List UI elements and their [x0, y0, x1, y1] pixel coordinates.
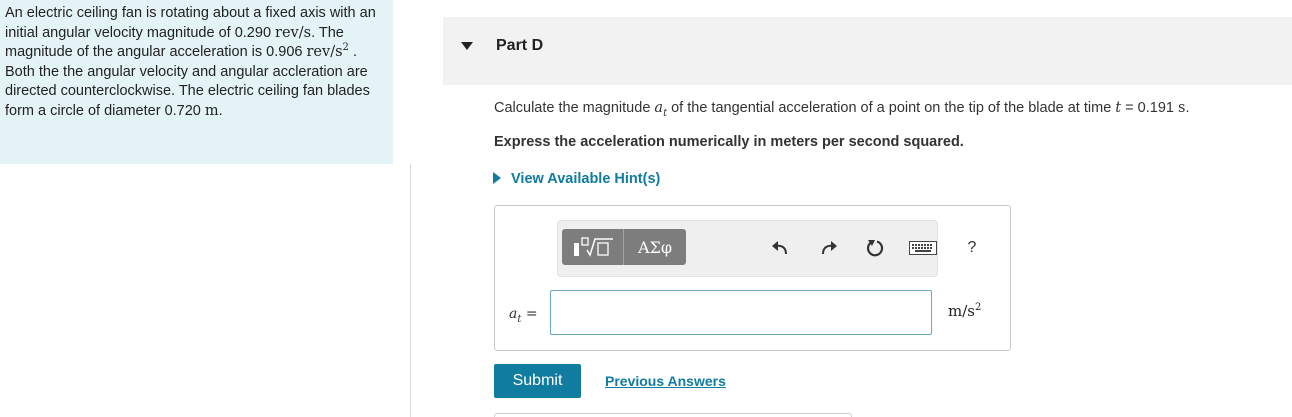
answer-unit: m/s2: [948, 302, 982, 320]
templates-icon: [573, 237, 613, 257]
next-panel-edge: [494, 413, 852, 417]
symbols-button[interactable]: ΑΣφ: [624, 229, 686, 265]
question-text: Calculate the magnitude at of the tangen…: [494, 100, 1190, 119]
time-value: 0.191: [1137, 100, 1174, 116]
angular-acceleration-value: 0.906: [266, 44, 303, 61]
answer-input[interactable]: [550, 290, 932, 335]
initial-angular-velocity-value: 0.290: [234, 24, 272, 41]
diameter-unit: m: [204, 102, 219, 119]
keyboard-button[interactable]: [908, 237, 938, 259]
reset-icon: [866, 240, 884, 257]
math-toolbar: ΑΣφ ?: [557, 220, 976, 277]
redo-icon: [822, 241, 837, 255]
caret-down-icon[interactable]: [461, 42, 473, 50]
help-button[interactable]: ?: [961, 237, 983, 259]
problem-statement: An electric ceiling fan is rotating abou…: [0, 0, 393, 164]
keyboard-icon: [909, 241, 937, 255]
tangential-acceleration-symbol: at: [654, 100, 668, 119]
undo-button[interactable]: [769, 237, 791, 259]
column-divider: [410, 164, 411, 417]
redo-button[interactable]: [818, 237, 840, 259]
diameter-value: 0.720: [164, 102, 201, 119]
view-hints-label: View Available Hint(s): [511, 171, 661, 187]
angular-velocity-unit: rev/s: [275, 24, 312, 41]
angular-acceleration-unit: rev/s2: [306, 42, 349, 61]
instruction-text: Express the acceleration numerically in …: [494, 134, 964, 150]
help-icon: ?: [967, 239, 977, 256]
submit-button[interactable]: Submit: [494, 364, 581, 398]
undo-icon: [772, 241, 787, 255]
view-hints-link[interactable]: View Available Hint(s): [493, 171, 660, 187]
previous-answers-link[interactable]: Previous Answers: [605, 373, 726, 389]
reset-button[interactable]: [864, 237, 886, 259]
caret-right-icon: [493, 172, 501, 184]
templates-button[interactable]: [562, 229, 624, 265]
toolbar-button-group: ΑΣφ: [562, 229, 686, 265]
part-title: Part D: [496, 37, 544, 54]
answer-variable-label: at =: [509, 306, 538, 325]
answer-box: ΑΣφ ? at = m/s2: [494, 205, 1011, 351]
part-header[interactable]: Part D: [443, 17, 1292, 85]
